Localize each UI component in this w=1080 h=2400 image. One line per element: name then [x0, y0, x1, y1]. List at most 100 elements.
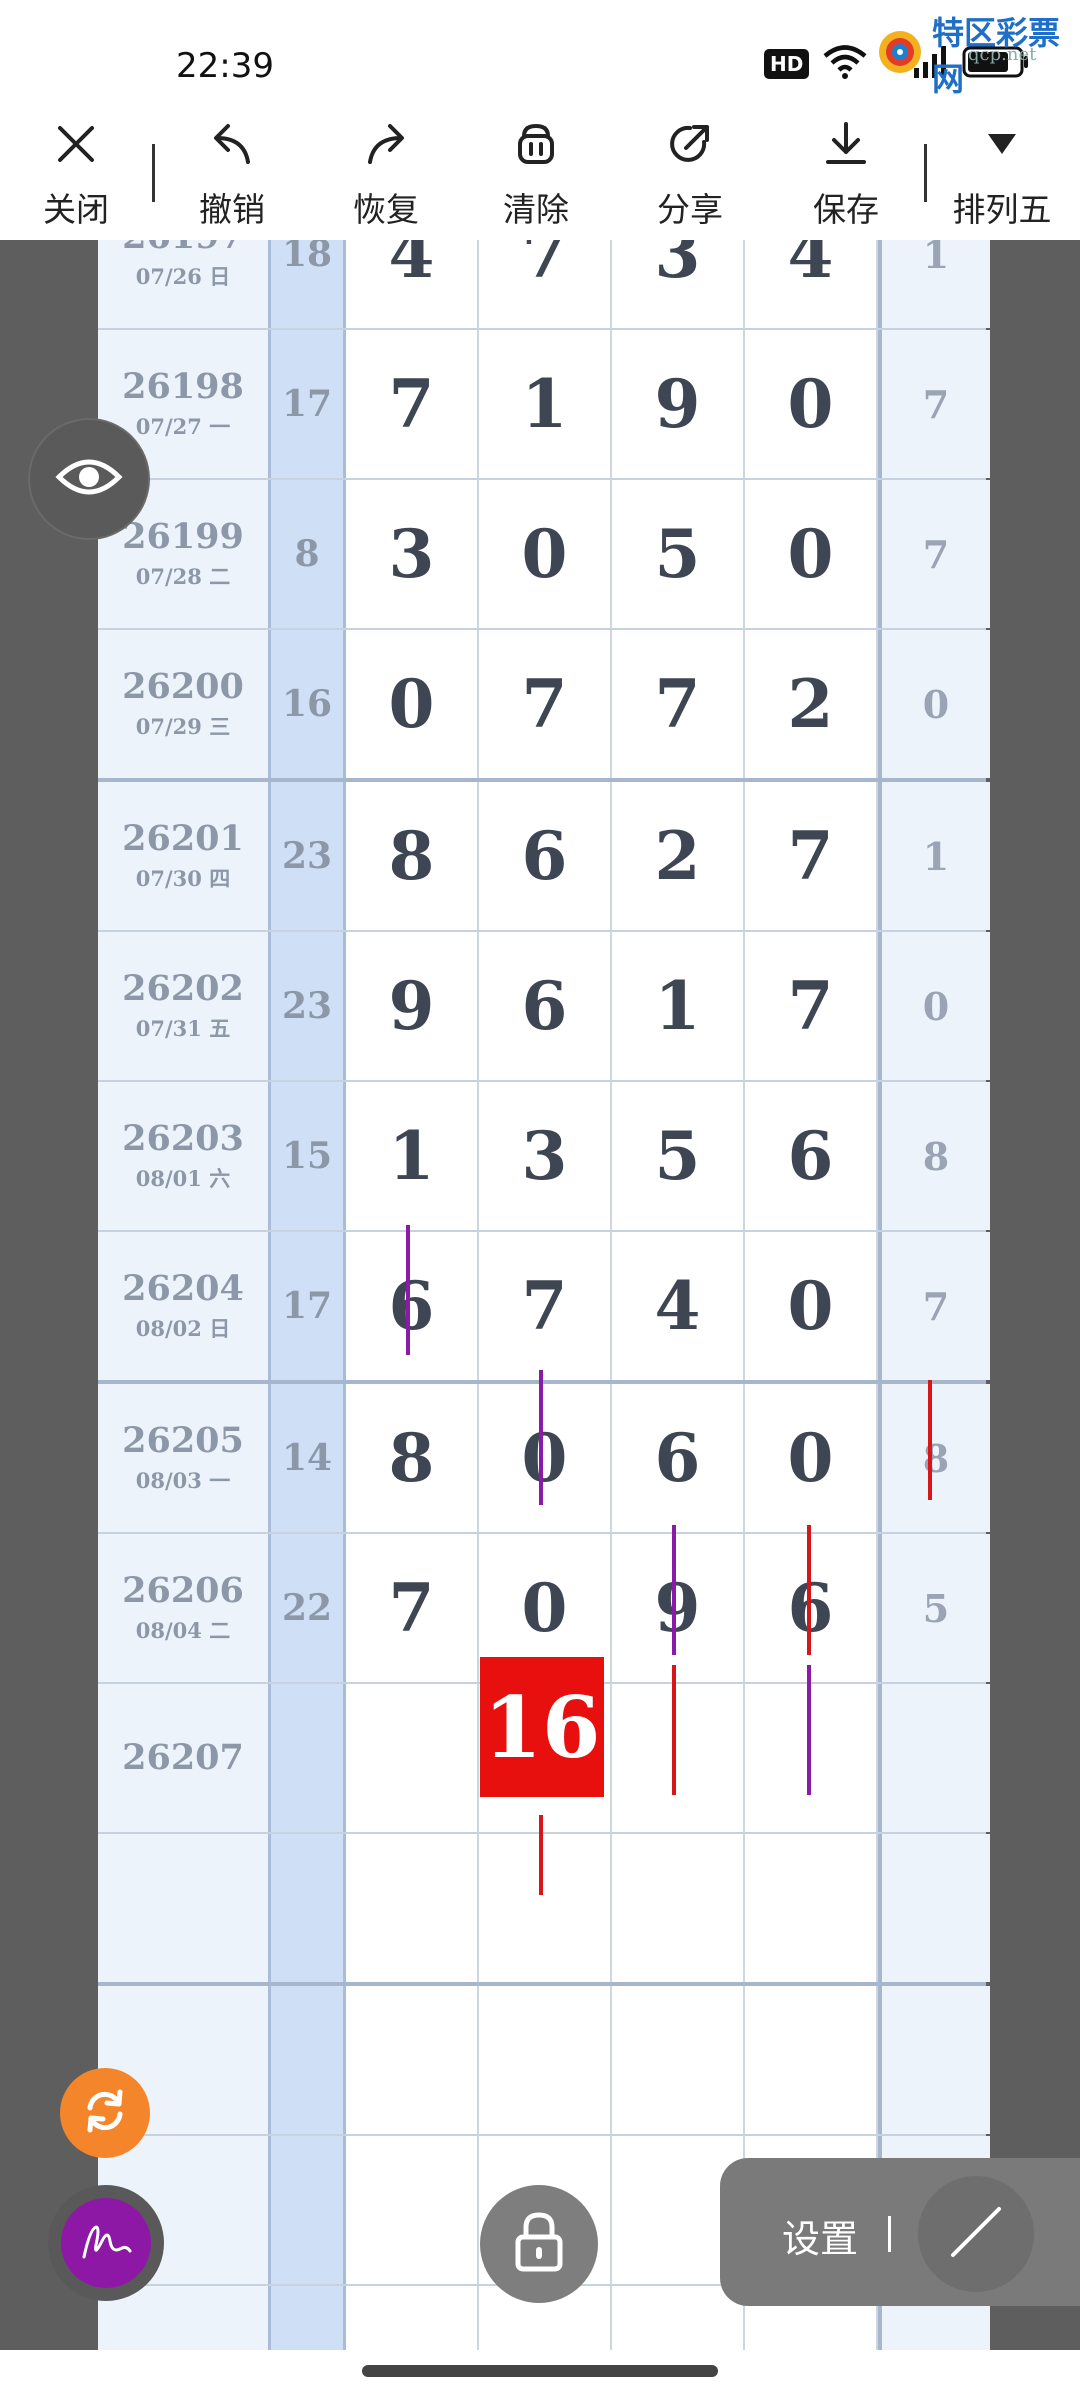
digit-cell[interactable]: 3	[346, 480, 479, 628]
digit-cell[interactable]	[745, 1834, 878, 1982]
digit-value: 9	[654, 1569, 701, 1647]
digit-cell[interactable]: 4	[346, 240, 479, 328]
digit-cell[interactable]	[346, 2286, 479, 2350]
status-bar: 22:39 HD 5G 特区彩票网 qcp.net	[0, 0, 1080, 110]
undo-button[interactable]: 撤销	[172, 118, 292, 230]
line-draw-icon	[941, 2197, 1011, 2272]
digit-cell[interactable]: 7	[745, 932, 878, 1080]
last-digit-cell: 8	[878, 1082, 990, 1230]
digit-cell[interactable]: 7	[479, 1232, 612, 1380]
issue-number: 26205	[122, 1420, 244, 1461]
digit-cell[interactable]: 5	[612, 1082, 745, 1230]
mode-dropdown[interactable]: 排列五	[942, 118, 1062, 230]
digit-cell[interactable]	[346, 1986, 479, 2134]
digit-cell[interactable]: 9	[346, 932, 479, 1080]
clear-button[interactable]: 清除	[476, 118, 596, 230]
trash-icon	[510, 118, 562, 175]
digit-cell[interactable]	[346, 2136, 479, 2284]
digit-cell[interactable]: 0	[745, 330, 878, 478]
digit-cell[interactable]: 6	[479, 932, 612, 1080]
share-button[interactable]: 分享	[630, 118, 750, 230]
digit-cell[interactable]: 2	[612, 782, 745, 930]
digit-cell[interactable]	[612, 1986, 745, 2134]
digit-cell[interactable]: 0	[346, 630, 479, 778]
digit-cell[interactable]: 0	[479, 480, 612, 628]
pen-color-button[interactable]	[48, 2185, 164, 2301]
digit-cell[interactable]: 1	[346, 1082, 479, 1230]
undo-icon	[206, 118, 258, 175]
share-label: 分享	[657, 190, 723, 229]
eye-toggle-button[interactable]	[30, 420, 148, 538]
digit-cell[interactable]: 9	[612, 330, 745, 478]
digit-cell[interactable]: 6	[346, 1232, 479, 1380]
digit-cell[interactable]	[612, 1684, 745, 1832]
home-indicator[interactable]	[362, 2365, 718, 2377]
digit-cell[interactable]: 9	[612, 1534, 745, 1682]
digit-cell[interactable]: 8	[346, 1384, 479, 1532]
digit-cell[interactable]	[612, 1834, 745, 1982]
digit-value: 1	[521, 365, 568, 443]
digit-value: 7	[787, 817, 834, 895]
digit-cell[interactable]: 7	[346, 330, 479, 478]
digit-cell[interactable]: 0	[745, 480, 878, 628]
issue-cell: 26206 08/04 二	[98, 1534, 270, 1682]
digit-cell[interactable]	[745, 1986, 878, 2134]
digit-cell[interactable]: 5	[612, 480, 745, 628]
digit-value: 7	[521, 240, 568, 293]
issue-cell: 26203 08/01 六	[98, 1082, 270, 1230]
issue-number: 26203	[122, 1118, 244, 1159]
last-digit-value: 1	[922, 833, 950, 879]
digit-value: 0	[388, 665, 435, 743]
lock-button[interactable]	[480, 2185, 598, 2303]
drawing-board[interactable]: 2619707/26 日18473412619807/27 一177190726…	[0, 240, 1080, 2350]
digit-cell[interactable]	[346, 1684, 479, 1832]
digit-cell[interactable]	[745, 1684, 878, 1832]
digit-cell[interactable]: 4	[612, 1232, 745, 1380]
wifi-icon	[823, 44, 867, 84]
table-row: 26203 08/01 六 15 1 3 5 6 8	[98, 1082, 990, 1232]
digit-cell[interactable]: 0	[745, 1232, 878, 1380]
digit-cell[interactable]: 1	[612, 932, 745, 1080]
digit-cell[interactable]: 7	[346, 1534, 479, 1682]
digit-cell[interactable]	[346, 1834, 479, 1982]
sum-cell: 14	[268, 1384, 346, 1532]
draw-line-button[interactable]	[918, 2176, 1034, 2292]
digit-cell[interactable]: 3	[479, 1082, 612, 1230]
digit-cell[interactable]: 3	[612, 240, 745, 328]
digit-cell[interactable]	[479, 1834, 612, 1982]
digit-cell[interactable]: 6	[612, 1384, 745, 1532]
issue-number: 26206	[122, 1570, 244, 1611]
digit-cell[interactable]: 7	[479, 630, 612, 778]
digit-value: 0	[787, 1267, 834, 1345]
digit-cell[interactable]: 0	[745, 1384, 878, 1532]
digit-cell[interactable]: 8	[346, 782, 479, 930]
digit-cell[interactable]: 7	[745, 782, 878, 930]
digit-cell[interactable]: 6	[745, 1082, 878, 1230]
digit-cell[interactable]	[612, 2286, 745, 2350]
digit-cell[interactable]: 6	[479, 782, 612, 930]
digit-cell[interactable]: 6	[745, 1534, 878, 1682]
pen-icon	[76, 2211, 136, 2276]
digit-cell[interactable]: 7	[479, 240, 612, 328]
digit-value: 0	[787, 515, 834, 593]
close-button[interactable]: 关闭	[16, 118, 136, 230]
last-digit-value: 1	[922, 240, 950, 277]
digit-cell[interactable]	[479, 1986, 612, 2134]
table-row: 26202 07/31 五 23 9 6 1 7 0	[98, 932, 990, 1082]
settings-button[interactable]: 设置	[782, 2208, 858, 2263]
digit-cell[interactable]: 4	[745, 240, 878, 328]
issue-date: 07/29 三	[135, 714, 231, 739]
logo-icon	[876, 28, 924, 81]
digit-cell[interactable]: 2	[745, 630, 878, 778]
sum-value: 23	[281, 835, 333, 877]
redo-button[interactable]: 恢复	[326, 118, 446, 230]
save-button[interactable]: 保存	[786, 118, 906, 230]
sum-cell: 18	[268, 240, 346, 328]
table-row	[98, 1834, 990, 1986]
digit-cell[interactable]: 7	[612, 630, 745, 778]
digit-cell[interactable]: 1	[479, 330, 612, 478]
watermark-subtext: qcp.net	[968, 44, 1037, 65]
digit-cell[interactable]: 0	[479, 1384, 612, 1532]
refresh-button[interactable]	[60, 2068, 150, 2158]
issue-cell	[98, 1834, 270, 1982]
